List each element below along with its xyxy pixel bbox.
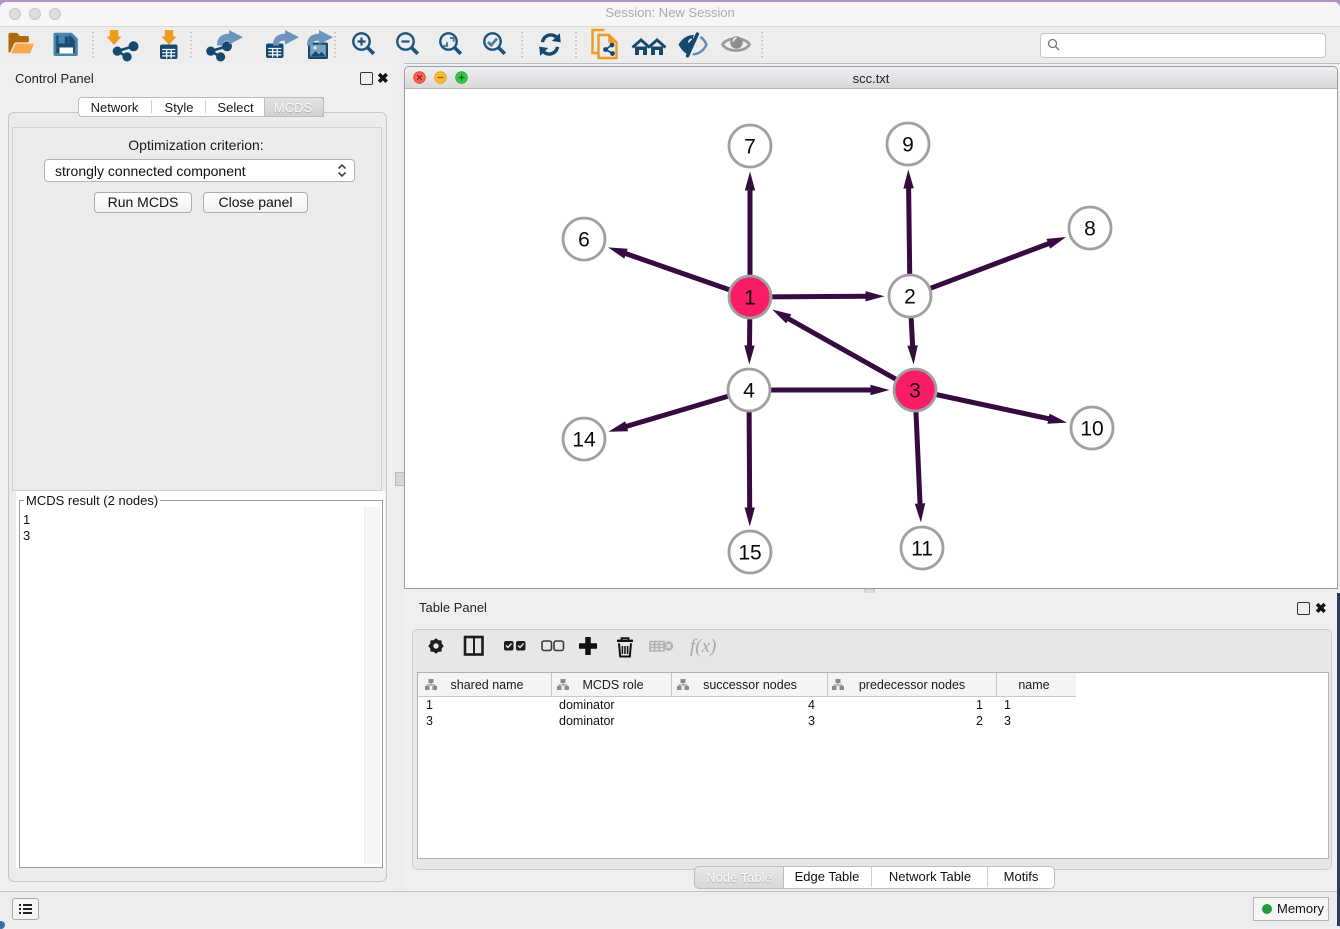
svg-text:1: 1	[744, 287, 756, 310]
svg-text:MCDS role: MCDS role	[582, 678, 643, 692]
svg-text:8: 8	[1084, 218, 1096, 241]
svg-text:10: 10	[1080, 418, 1103, 441]
svg-text:6: 6	[578, 229, 590, 252]
svg-text:f(x): f(x)	[690, 636, 716, 657]
svg-text:14: 14	[572, 429, 596, 452]
svg-text:4: 4	[743, 380, 755, 403]
svg-text:successor nodes: successor nodes	[703, 678, 797, 692]
svg-text:11: 11	[911, 538, 933, 561]
svg-text:3: 3	[909, 380, 921, 403]
svg-text:15: 15	[738, 542, 761, 565]
svg-text:9: 9	[902, 134, 914, 157]
svg-text:7: 7	[744, 136, 756, 159]
svg-text:2: 2	[904, 286, 916, 309]
svg-text:name: name	[1018, 678, 1049, 692]
svg-text:predecessor nodes: predecessor nodes	[859, 678, 965, 692]
svg-text:shared name: shared name	[451, 678, 524, 692]
